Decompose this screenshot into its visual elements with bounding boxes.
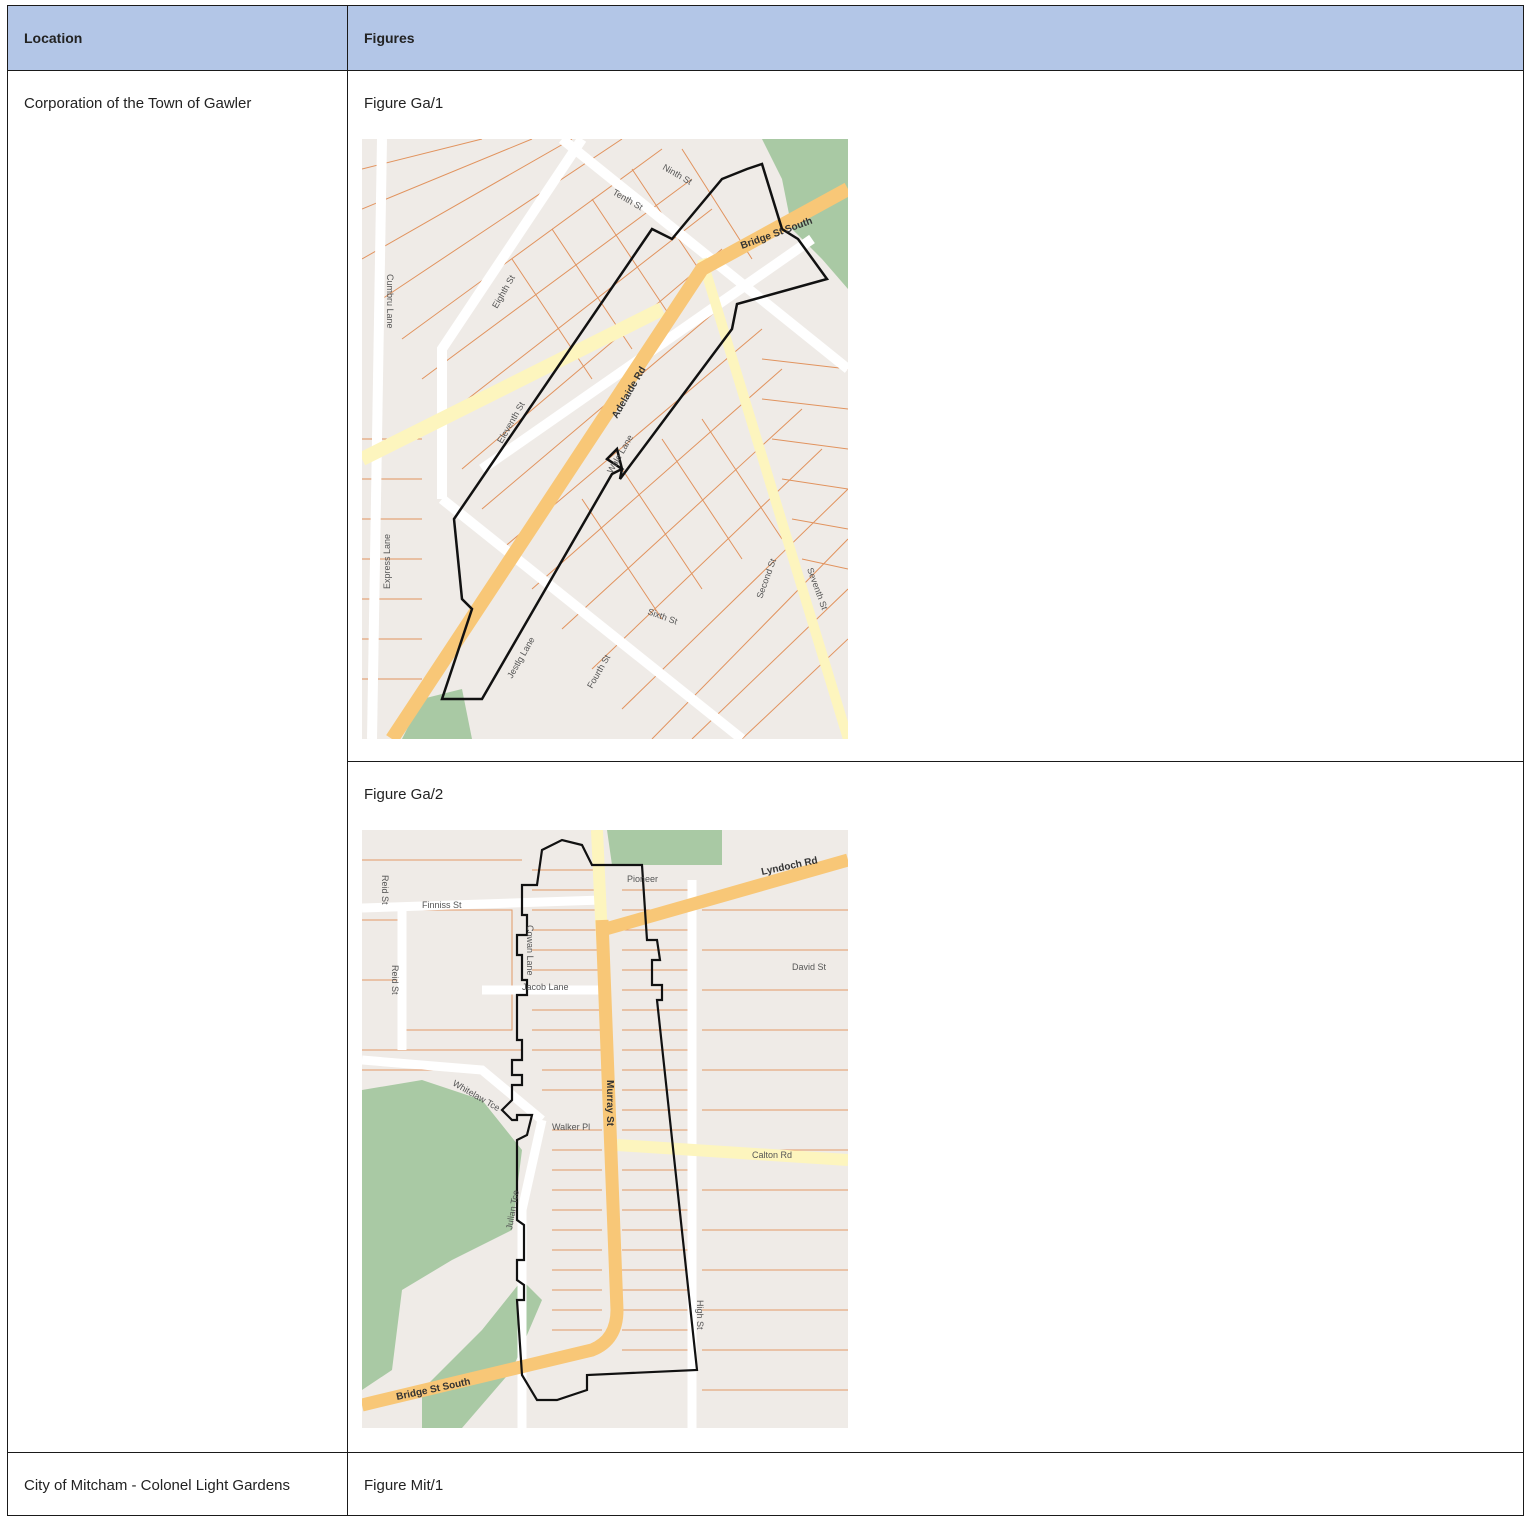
map-figure-ga2: Lyndoch Rd Murray St Bridge St South Rei… [362,830,848,1428]
figure-cell: Figure Mit/1 [347,1452,1524,1516]
svg-text:Finniss St: Finniss St [422,900,462,910]
location-text: City of Mitcham - Colonel Light Gardens [24,1477,290,1494]
svg-text:Murray St: Murray St [604,1080,615,1127]
svg-text:High St: High St [695,1300,705,1330]
header-figures: Figures [347,5,1524,71]
location-cell: City of Mitcham - Colonel Light Gardens [7,1452,348,1516]
table-row: Corporation of the Town of Gawler Figure… [7,70,1524,1453]
header-location: Location [7,5,348,71]
figures-table: Location Figures Corporation of the Town… [7,5,1524,1516]
svg-text:Cumbru Lane: Cumbru Lane [385,274,395,329]
svg-text:Pioneer: Pioneer [627,874,658,884]
svg-text:David St: David St [792,962,827,972]
svg-text:Walker Pl: Walker Pl [552,1122,590,1132]
figure-cell: Figure Ga/2 Lyndoch Rd Murray St Bridge … [347,761,1524,1453]
location-text: Corporation of the Town of Gawler [24,95,252,112]
map-figure-ga1: Bridge St South Adelaide Rd Ninth St Ten… [362,139,848,739]
svg-text:Reid St: Reid St [380,875,390,905]
location-cell: Corporation of the Town of Gawler [7,70,348,1453]
figure-label: Figure Ga/2 [364,786,444,803]
figure-label: Figure Ga/1 [364,95,444,112]
figure-label: Figure Mit/1 [364,1477,444,1494]
svg-text:Jacob Lane: Jacob Lane [522,982,569,992]
table-row: City of Mitcham - Colonel Light Gardens … [7,1452,1524,1516]
svg-text:Express Lane: Express Lane [382,534,392,589]
svg-text:Calton Rd: Calton Rd [752,1150,792,1160]
figure-cell: Figure Ga/1 Bridge St South Adelaide Rd … [347,70,1524,762]
table-header-row: Location Figures [7,5,1524,71]
svg-text:Cowan Lane: Cowan Lane [525,925,535,976]
svg-text:Reid St: Reid St [390,965,400,995]
